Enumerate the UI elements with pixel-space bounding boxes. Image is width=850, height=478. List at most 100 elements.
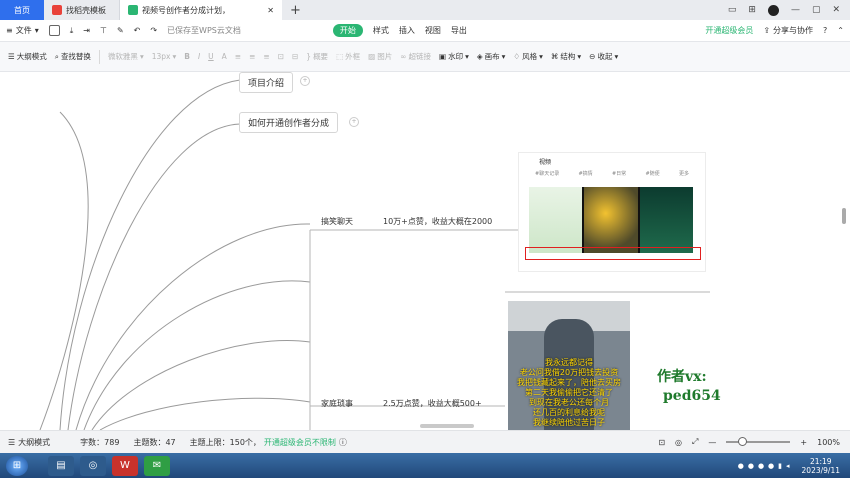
- start-button[interactable]: ⊞: [6, 455, 28, 476]
- wechat-icon[interactable]: ✉: [144, 455, 170, 476]
- watermark-button[interactable]: ▣ 水印 ▾: [439, 51, 469, 62]
- format-painter-icon[interactable]: ⊤: [100, 26, 107, 35]
- theme-label: 风格: [522, 52, 538, 61]
- add-topic-icon[interactable]: +: [300, 76, 310, 86]
- tab-document[interactable]: 视频号创作者分成计划， ✕: [120, 0, 282, 20]
- image-button[interactable]: ▨ 图片: [368, 51, 392, 62]
- redo-icon[interactable]: ↷: [150, 26, 157, 35]
- menu-style[interactable]: 样式: [373, 25, 389, 36]
- branch-funny-chat[interactable]: 搞笑聊天: [321, 216, 353, 227]
- branch-funny-chat-desc[interactable]: 10万+点赞，收益大概在2000: [383, 216, 492, 227]
- mindmap-canvas[interactable]: 项目介绍 + 如何开通创作者分成 + 搞笑聊天 10万+点赞，收益大概在2000…: [0, 72, 850, 430]
- align-left-icon[interactable]: ≡: [235, 52, 241, 61]
- tray-icon[interactable]: ●: [758, 462, 764, 470]
- help-icon[interactable]: ?: [823, 26, 827, 35]
- maximize-icon[interactable]: ▢: [812, 5, 821, 15]
- find-replace-button[interactable]: ⌕ 查找替换: [55, 51, 91, 62]
- zoom-slider-handle[interactable]: [738, 437, 748, 446]
- file-menu[interactable]: ≡ 文件 ▾: [6, 25, 39, 36]
- zoom-slider[interactable]: [726, 437, 791, 446]
- horizontal-scrollbar[interactable]: [420, 424, 474, 428]
- window-close-icon[interactable]: ✕: [832, 5, 840, 15]
- fullscreen-icon[interactable]: ⤢: [692, 437, 698, 447]
- italic-button[interactable]: I: [198, 52, 200, 61]
- tray-icon[interactable]: ●: [768, 462, 774, 470]
- video-screenshot-image[interactable]: 视频 #聊天记录 #搞情 #日常 #随便 更多: [518, 152, 706, 272]
- summary-label: 概要: [313, 52, 329, 61]
- summary-button[interactable]: } 概要: [306, 51, 328, 62]
- collapse-button[interactable]: ⊖ 收起 ▾: [589, 51, 618, 62]
- menu-export[interactable]: 导出: [451, 25, 467, 36]
- outline-mode-toggle[interactable]: ☰ 大纲模式: [8, 437, 50, 448]
- image-label: 图片: [377, 52, 393, 61]
- save-icon[interactable]: [48, 25, 60, 36]
- tab-templates[interactable]: 找稻壳模板: [44, 0, 120, 20]
- menu-view[interactable]: 视图: [425, 25, 441, 36]
- shot1-tab: #随便: [645, 171, 660, 177]
- vip-unlimited-link[interactable]: 开通超级会员不限制: [264, 437, 336, 448]
- browser-icon[interactable]: ◎: [80, 455, 106, 476]
- wps-icon[interactable]: W: [112, 455, 138, 476]
- clock-time: 21:19: [809, 456, 832, 466]
- font-select-value: 微软雅黑: [107, 52, 138, 61]
- font-color-button[interactable]: A: [222, 52, 227, 61]
- layout-icon[interactable]: ▭: [728, 5, 737, 15]
- avatar[interactable]: [767, 4, 779, 16]
- structure-label: 结构: [560, 52, 576, 61]
- frame-label: 外框: [345, 52, 361, 61]
- topic-project-intro[interactable]: 项目介绍: [239, 72, 294, 93]
- highlight-box: [525, 247, 701, 260]
- branch-family[interactable]: 家庭琐事: [321, 398, 353, 409]
- network-icon[interactable]: ▮: [778, 462, 782, 470]
- font-select[interactable]: 微软雅黑 ▾: [108, 51, 144, 62]
- structure-icon: ⌘: [550, 52, 559, 61]
- tab-bar: 首页 找稻壳模板 视频号创作者分成计划， ✕ + ▭ ⊞ — ▢ ✕: [0, 0, 850, 20]
- fit-icon[interactable]: ⊡: [658, 438, 665, 447]
- size-select[interactable]: 13px ▾: [152, 52, 177, 61]
- download-icon[interactable]: ⤓: [70, 26, 74, 36]
- structure-button[interactable]: ⌘ 结构 ▾: [551, 51, 581, 62]
- thumbnail: [529, 187, 583, 253]
- new-tab-button[interactable]: +: [282, 0, 309, 20]
- video-frame-image[interactable]: 我永远都记得 老公问我借20万把钱去投资 我把钱藏起来了，陪他去买房 第二天我偷…: [508, 301, 630, 430]
- zoom-out-icon[interactable]: —: [708, 438, 716, 447]
- align-right-icon[interactable]: ≡: [263, 52, 269, 61]
- bold-button[interactable]: B: [184, 52, 190, 61]
- topic-how-to-enable[interactable]: 如何开通创作者分成: [239, 112, 339, 133]
- grid-icon[interactable]: ⊞: [748, 5, 756, 15]
- zoom-in-icon[interactable]: +: [800, 438, 807, 447]
- link-button[interactable]: ∞ 超链接: [400, 51, 431, 62]
- close-icon[interactable]: ✕: [267, 6, 274, 15]
- locate-icon[interactable]: ◎: [675, 438, 682, 447]
- subtopic-icon[interactable]: ⊟: [292, 52, 298, 61]
- branch-family-desc[interactable]: 2.5万点赞，收益大概500+: [383, 398, 482, 409]
- file-explorer-icon[interactable]: ▤: [48, 455, 74, 476]
- vip-link[interactable]: 开通超级会员: [705, 25, 753, 36]
- align-center-icon[interactable]: ≡: [249, 52, 255, 61]
- share-button[interactable]: ⇪ 分享与协作: [763, 25, 813, 36]
- volume-icon[interactable]: ◂: [786, 462, 790, 470]
- caption-line: 老公问我借20万把钱去投资: [519, 368, 619, 377]
- clock-date: 2023/9/11: [801, 465, 840, 475]
- frame-button[interactable]: ⬚ 外框: [336, 51, 360, 62]
- clock[interactable]: 21:19 2023/9/11: [802, 457, 840, 475]
- menu-start[interactable]: 开始: [332, 24, 363, 37]
- help-icon[interactable]: ⓘ: [339, 437, 347, 448]
- topic-icon[interactable]: ⊡: [278, 52, 284, 61]
- minimize-icon[interactable]: —: [791, 5, 800, 15]
- undo-icon[interactable]: ↶: [134, 26, 141, 35]
- theme-button[interactable]: ♢ 风格 ▾: [513, 51, 543, 62]
- vertical-scrollbar[interactable]: [842, 208, 846, 224]
- brush-icon[interactable]: ✎: [117, 26, 124, 35]
- chevron-down-icon: ▾: [34, 26, 39, 35]
- add-topic-icon[interactable]: +: [349, 117, 359, 127]
- menu-insert[interactable]: 插入: [399, 25, 415, 36]
- export-icon[interactable]: ⇥: [83, 26, 90, 35]
- tray-icon[interactable]: ●: [738, 462, 744, 470]
- outline-mode-button[interactable]: ☰ 大纲模式: [8, 51, 47, 62]
- canvas-button[interactable]: ◈ 画布 ▾: [477, 51, 506, 62]
- tab-home[interactable]: 首页: [0, 0, 44, 20]
- underline-button[interactable]: U: [208, 52, 214, 61]
- tray-icon[interactable]: ●: [748, 462, 754, 470]
- more-icon[interactable]: ⌃: [837, 26, 850, 35]
